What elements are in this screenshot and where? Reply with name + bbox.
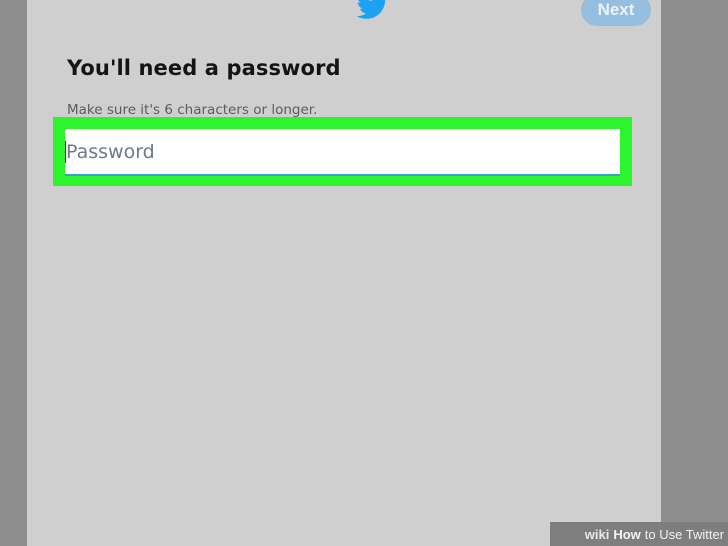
twitter-bird-icon <box>356 0 389 20</box>
watermark-how: How <box>613 526 641 542</box>
password-field-highlight <box>53 117 632 186</box>
password-hint: Make sure it's 6 characters or longer. <box>67 102 318 118</box>
watermark-brand: wiki <box>584 526 610 542</box>
signup-dialog: Next You'll need a password Make sure it… <box>27 0 661 546</box>
watermark-title: to Use Twitter <box>644 526 724 542</box>
watermark: wiki How to Use Twitter <box>550 522 728 546</box>
next-button[interactable]: Next <box>581 0 651 26</box>
text-cursor <box>65 141 66 163</box>
password-field-container <box>65 129 620 176</box>
password-input[interactable] <box>65 129 620 174</box>
page-title: You'll need a password <box>67 56 341 80</box>
